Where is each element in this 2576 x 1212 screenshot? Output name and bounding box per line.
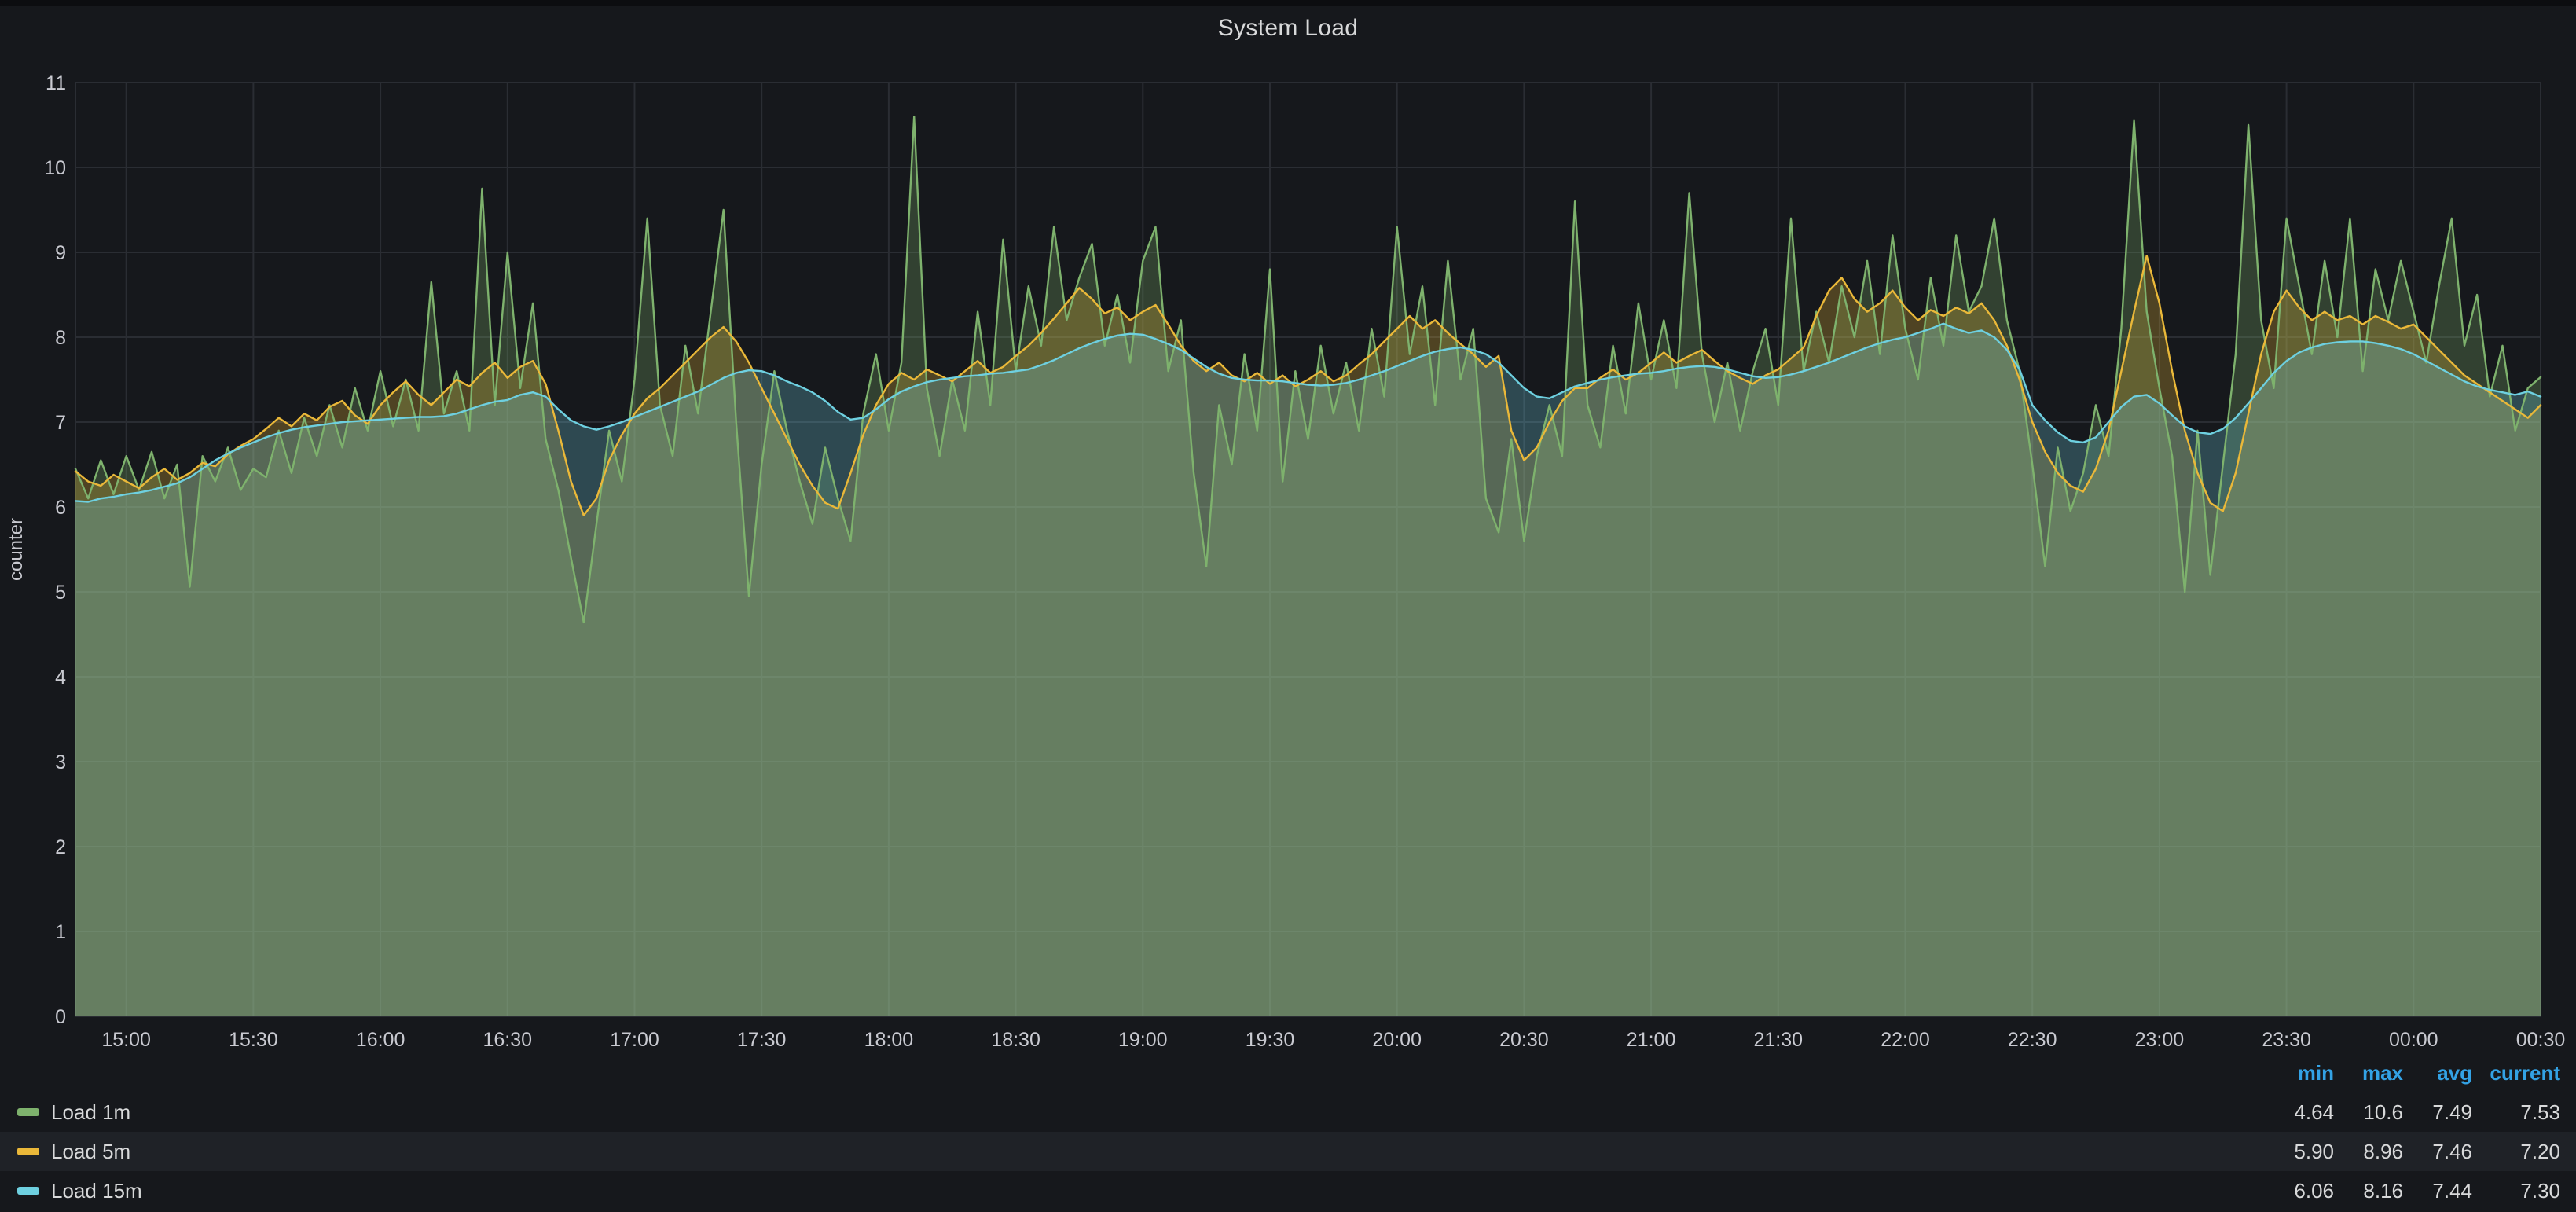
y-tick-label: 5 — [55, 582, 66, 604]
stat-min: 6.06 — [2259, 1179, 2334, 1203]
y-tick-label: 4 — [55, 667, 66, 689]
series-color-swatch[interactable] — [17, 1148, 39, 1155]
legend-row-load-1m: Load 1m 4.6410.67.497.53 — [0, 1093, 2576, 1132]
legend-series-toggle[interactable]: Load 15m — [17, 1179, 2259, 1203]
legend-column-avg[interactable]: avg — [2403, 1061, 2472, 1085]
x-tick-label: 17:00 — [610, 1029, 659, 1051]
x-tick-label: 00:30 — [2516, 1029, 2566, 1051]
stat-avg: 7.46 — [2403, 1140, 2472, 1164]
stat-max: 8.16 — [2334, 1179, 2403, 1203]
y-tick-label: 0 — [55, 1006, 66, 1028]
x-tick-label: 22:00 — [1881, 1029, 1930, 1051]
x-tick-label: 20:30 — [1499, 1029, 1549, 1051]
y-tick-label: 11 — [46, 72, 66, 94]
x-tick-label: 18:30 — [991, 1029, 1040, 1051]
y-tick-label: 3 — [55, 751, 66, 773]
stat-min: 5.90 — [2259, 1140, 2334, 1164]
x-tick-label: 18:00 — [864, 1029, 914, 1051]
stat-max: 8.96 — [2334, 1140, 2403, 1164]
x-tick-label: 19:00 — [1118, 1029, 1168, 1051]
legend-header: min max avg current — [0, 1053, 2576, 1093]
x-tick-label: 15:00 — [101, 1029, 151, 1051]
grafana-panel: System Load 0123456789101115:0015:3016:0… — [0, 0, 2576, 1212]
series-label[interactable]: Load 5m — [51, 1140, 130, 1164]
series-color-swatch[interactable] — [17, 1187, 39, 1195]
y-tick-label: 6 — [55, 497, 66, 519]
x-tick-label: 23:00 — [2135, 1029, 2185, 1051]
series-fill-load-15m — [75, 324, 2541, 1016]
y-tick-label: 1 — [55, 921, 66, 943]
legend: min max avg current Load 1m4.6410.67.497… — [0, 1053, 2576, 1212]
y-tick-label: 7 — [55, 412, 66, 434]
x-tick-label: 17:30 — [737, 1029, 787, 1051]
x-tick-label: 21:00 — [1627, 1029, 1676, 1051]
legend-column-min[interactable]: min — [2259, 1061, 2334, 1085]
stat-max: 10.6 — [2334, 1100, 2403, 1125]
y-tick-label: 10 — [44, 157, 66, 179]
legend-series-toggle[interactable]: Load 5m — [17, 1140, 2259, 1164]
legend-row-load-5m: Load 5m 5.908.967.467.20 — [0, 1132, 2576, 1171]
x-tick-label: 19:30 — [1246, 1029, 1295, 1051]
stat-min: 4.64 — [2259, 1100, 2334, 1125]
x-tick-label: 20:00 — [1372, 1029, 1422, 1051]
legend-column-current[interactable]: current — [2472, 1061, 2560, 1085]
series-label[interactable]: Load 1m — [51, 1100, 130, 1125]
y-tick-label: 9 — [55, 242, 66, 264]
x-tick-label: 21:30 — [1754, 1029, 1804, 1051]
legend-series-toggle[interactable]: Load 1m — [17, 1100, 2259, 1125]
stat-current: 7.53 — [2472, 1100, 2560, 1125]
series-fills — [75, 116, 2541, 1016]
stat-current: 7.20 — [2472, 1140, 2560, 1164]
stat-current: 7.30 — [2472, 1179, 2560, 1203]
legend-row-load-15m: Load 15m 6.068.167.447.30 — [0, 1171, 2576, 1210]
system-load-chart[interactable]: 0 1 2 3 4 5 6 7 8 9 10 11 15:00 15:30 16:00 16:30 17:00 1… — [0, 0, 2576, 1053]
x-tick-label: 16:00 — [356, 1029, 405, 1051]
y-axis-title: counter — [6, 518, 27, 581]
x-tick-label: 16:30 — [483, 1029, 533, 1051]
x-tick-label: 23:30 — [2262, 1029, 2311, 1051]
x-tick-label: 15:30 — [229, 1029, 278, 1051]
y-tick-label: 2 — [55, 836, 66, 858]
legend-column-max[interactable]: max — [2334, 1061, 2403, 1085]
series-label[interactable]: Load 15m — [51, 1179, 142, 1203]
stat-avg: 7.49 — [2403, 1100, 2472, 1125]
x-tick-label: 00:00 — [2389, 1029, 2438, 1051]
series-color-swatch[interactable] — [17, 1108, 39, 1116]
stat-avg: 7.44 — [2403, 1179, 2472, 1203]
y-tick-label: 8 — [55, 327, 66, 349]
x-tick-label: 22:30 — [2008, 1029, 2057, 1051]
